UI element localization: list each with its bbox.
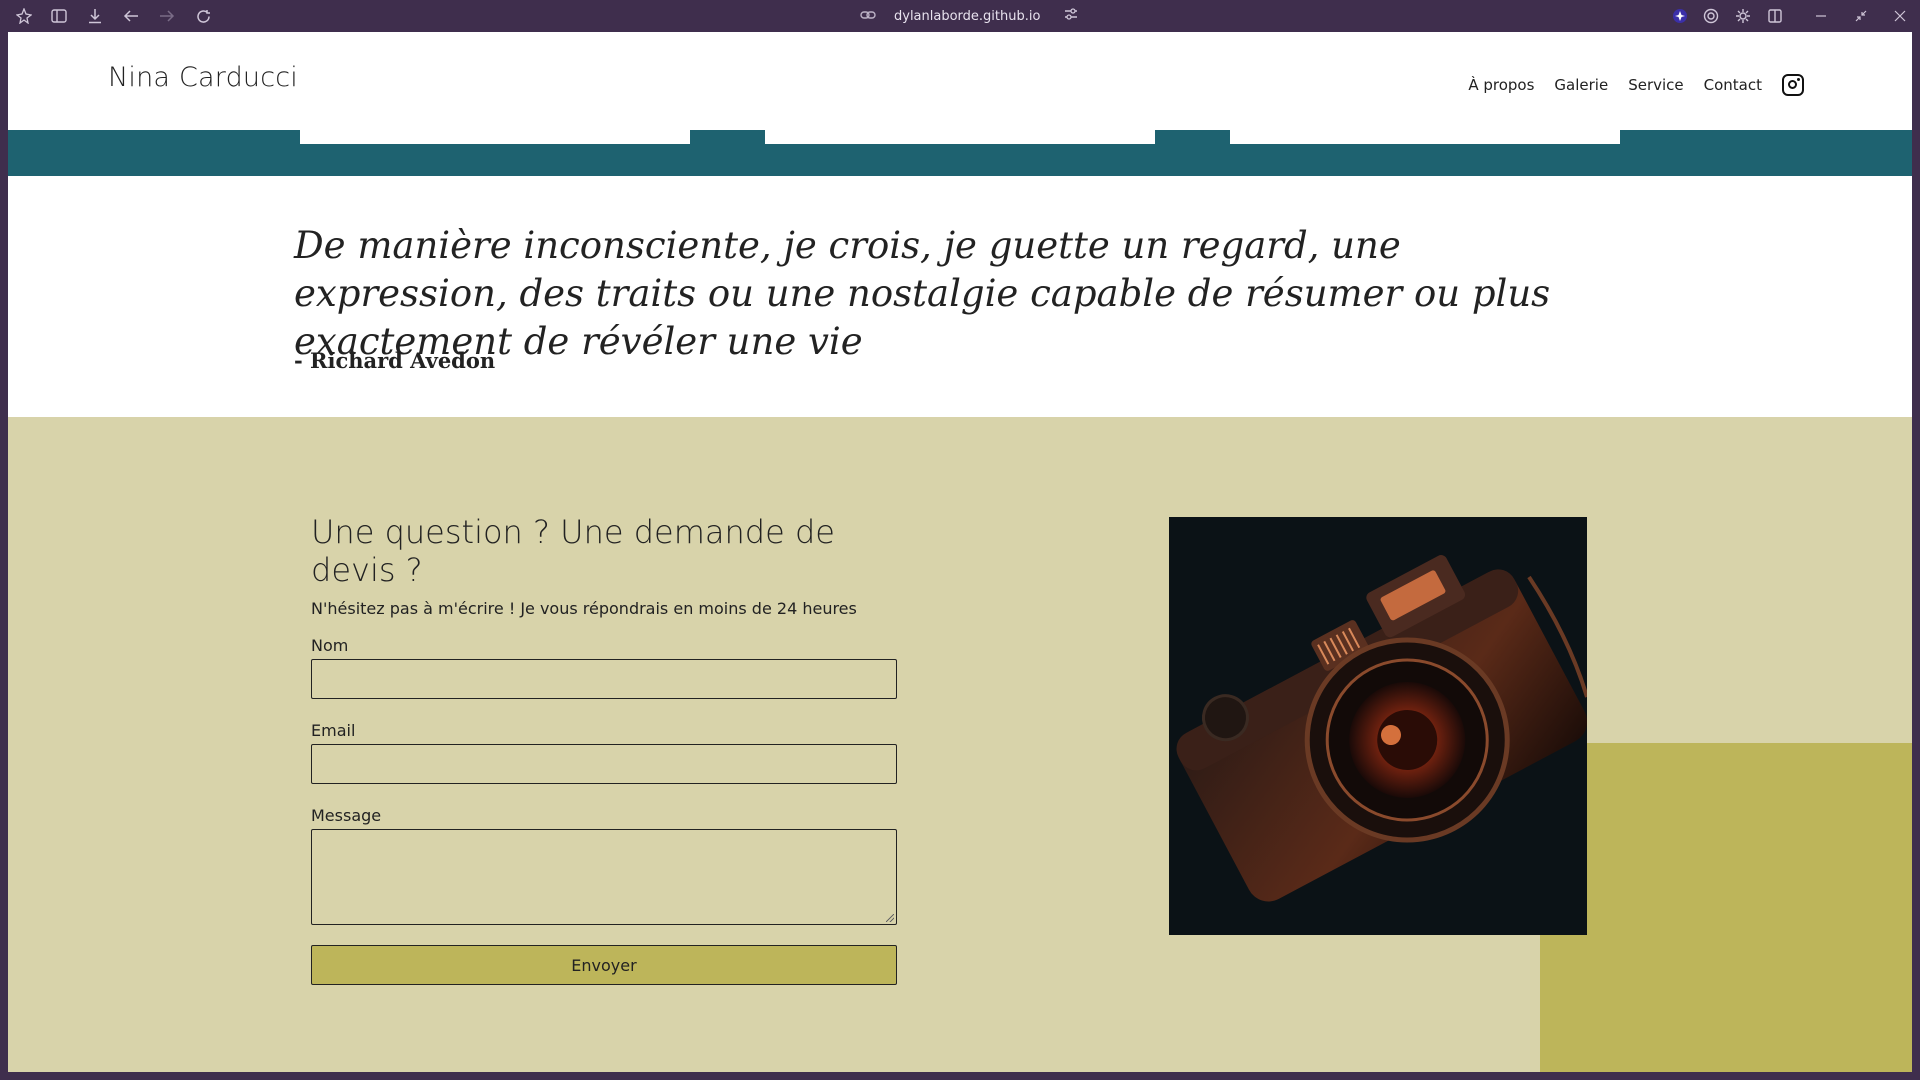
site-brand[interactable]: Nina Carducci bbox=[108, 62, 298, 93]
contact-section: Une question ? Une demande de devis ? N'… bbox=[8, 417, 1912, 1072]
services-band bbox=[8, 130, 1912, 176]
minimize-icon[interactable] bbox=[1812, 7, 1830, 25]
forward-arrow-icon[interactable] bbox=[158, 7, 176, 25]
shield-icon[interactable] bbox=[1671, 7, 1689, 25]
nav-item-contact[interactable]: Contact bbox=[1704, 76, 1762, 94]
target-icon[interactable] bbox=[1702, 7, 1720, 25]
quote-author: - Richard Avedon bbox=[294, 348, 496, 373]
restore-icon[interactable] bbox=[1852, 7, 1870, 25]
decorative-block bbox=[1540, 743, 1912, 1072]
submit-button[interactable]: Envoyer bbox=[311, 945, 897, 985]
nav-item-service[interactable]: Service bbox=[1628, 76, 1683, 94]
quote-section: De manière inconsciente, je crois, je gu… bbox=[8, 176, 1912, 417]
camera-photo bbox=[1169, 517, 1587, 935]
email-field[interactable] bbox=[311, 744, 897, 784]
site-settings-icon[interactable] bbox=[1064, 8, 1078, 24]
extensions-icon[interactable] bbox=[15, 7, 33, 25]
contact-form: Une question ? Une demande de devis ? N'… bbox=[311, 513, 901, 985]
nav-item-a-propos[interactable]: À propos bbox=[1468, 76, 1534, 94]
message-label: Message bbox=[311, 806, 382, 825]
close-icon[interactable] bbox=[1891, 7, 1909, 25]
email-label: Email bbox=[311, 721, 356, 740]
gear-icon[interactable] bbox=[1734, 7, 1752, 25]
split-view-icon[interactable] bbox=[1766, 7, 1784, 25]
reload-icon[interactable] bbox=[194, 7, 212, 25]
back-arrow-icon[interactable] bbox=[122, 7, 140, 25]
camera-illustration bbox=[1169, 517, 1587, 935]
name-field[interactable] bbox=[311, 659, 897, 699]
address-bar[interactable]: dylanlaborde.github.io bbox=[860, 7, 1078, 25]
instagram-icon[interactable] bbox=[1782, 74, 1804, 96]
sidebar-icon[interactable] bbox=[50, 7, 68, 25]
link-icon bbox=[860, 9, 876, 23]
quote-text: De manière inconsciente, je crois, je gu… bbox=[294, 224, 1551, 363]
page-viewport: Nina Carducci À propos Galerie Service C… bbox=[8, 32, 1912, 1072]
url-text: dylanlaborde.github.io bbox=[894, 8, 1041, 24]
site-header: Nina Carducci À propos Galerie Service C… bbox=[8, 32, 1912, 130]
browser-toolbar: dylanlaborde.github.io bbox=[0, 0, 1920, 32]
service-card bbox=[300, 130, 690, 144]
contact-subtitle: N'hésitez pas à m'écrire ! Je vous répon… bbox=[311, 599, 857, 618]
name-label: Nom bbox=[311, 636, 349, 655]
message-field[interactable] bbox=[311, 829, 897, 925]
download-icon[interactable] bbox=[86, 7, 104, 25]
service-card bbox=[765, 130, 1155, 144]
main-nav: À propos Galerie Service Contact bbox=[1468, 74, 1804, 96]
service-card bbox=[1230, 130, 1620, 144]
contact-title: Une question ? Une demande de devis ? bbox=[311, 513, 835, 589]
nav-item-galerie[interactable]: Galerie bbox=[1554, 76, 1608, 94]
